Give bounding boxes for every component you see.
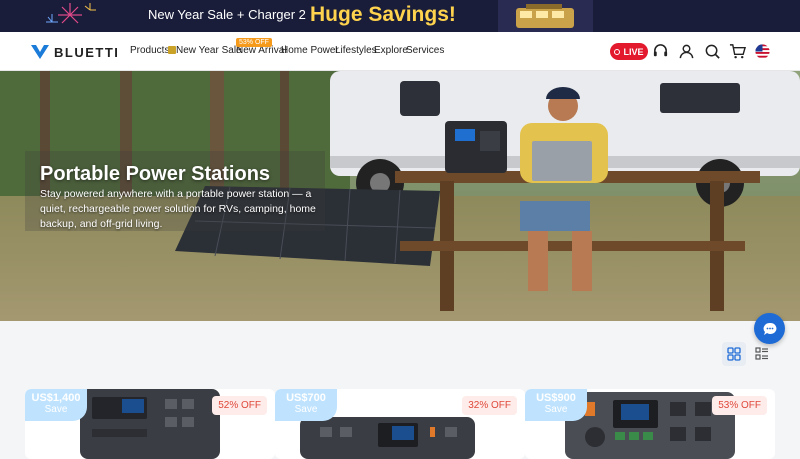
live-dot-icon bbox=[614, 48, 621, 55]
gift-icon bbox=[168, 46, 176, 54]
nav-services[interactable]: Services bbox=[406, 45, 444, 56]
price-tag: US$700 Save bbox=[275, 389, 337, 421]
product-image bbox=[80, 389, 220, 459]
nav-lifestyles[interactable]: Lifestyles bbox=[335, 45, 377, 56]
save-label: Save bbox=[44, 404, 68, 415]
product-price: US$1,400 bbox=[31, 392, 81, 404]
product-card[interactable]: US$900 Save 53% OFF bbox=[525, 389, 775, 459]
product-image bbox=[565, 392, 735, 459]
bluetti-logo[interactable]: BLUETTI bbox=[30, 42, 119, 62]
nav-home-power[interactable]: Home Power bbox=[281, 45, 339, 56]
live-label: LIVE bbox=[623, 46, 644, 57]
account-icon[interactable] bbox=[678, 43, 695, 60]
logo-mark-icon bbox=[31, 45, 49, 59]
nav-explore[interactable]: Explore bbox=[374, 45, 408, 56]
hero-banner: Portable Power Stations Stay powered any… bbox=[0, 71, 800, 321]
product-card[interactable]: US$1,400 Save 52% OFF bbox=[25, 389, 275, 459]
hero-title: Portable Power Stations bbox=[40, 163, 271, 185]
discount-badge: 53% OFF bbox=[712, 396, 767, 415]
grid-view-toggle[interactable] bbox=[722, 342, 746, 366]
discount-badge: 52% OFF bbox=[212, 396, 267, 415]
price-tag: US$1,400 Save bbox=[25, 389, 87, 421]
price-tag: US$900 Save bbox=[525, 389, 587, 421]
search-icon[interactable] bbox=[704, 43, 721, 60]
promo-text: New Year Sale + Charger 2 bbox=[148, 7, 306, 22]
promo-banner[interactable]: New Year Sale + Charger 2 Huge Savings! bbox=[0, 0, 800, 32]
chat-button[interactable] bbox=[754, 313, 785, 344]
list-view-toggle[interactable] bbox=[750, 342, 774, 366]
discount-badge: 32% OFF bbox=[462, 396, 517, 415]
nav-products[interactable]: Products bbox=[130, 45, 169, 56]
hero-description: Stay powered anywhere with a portable po… bbox=[40, 188, 316, 230]
brand-name: BLUETTI bbox=[54, 44, 120, 60]
product-price: US$900 bbox=[536, 392, 576, 404]
headset-icon[interactable] bbox=[652, 43, 669, 60]
promo-highlight: Huge Savings! bbox=[310, 3, 456, 26]
new-arrival-badge: 53% OFF bbox=[236, 38, 272, 47]
list-view-icon bbox=[755, 347, 768, 360]
save-label: Save bbox=[294, 404, 318, 415]
product-image bbox=[300, 417, 475, 459]
save-label: Save bbox=[544, 404, 568, 415]
cart-icon[interactable] bbox=[729, 43, 746, 60]
us-flag-icon[interactable] bbox=[754, 43, 771, 60]
rv-icon bbox=[498, 0, 593, 32]
product-price: US$700 bbox=[286, 392, 326, 404]
chat-icon bbox=[763, 322, 776, 335]
live-button[interactable]: LIVE bbox=[610, 43, 648, 60]
grid-view-icon bbox=[727, 347, 741, 361]
main-navigation: BLUETTI Products New Year Sale New Arriv… bbox=[0, 32, 800, 71]
fireworks-icon bbox=[46, 3, 96, 24]
nav-new-year-sale[interactable]: New Year Sale bbox=[176, 45, 242, 56]
product-card[interactable]: US$700 Save 32% OFF bbox=[275, 389, 525, 459]
